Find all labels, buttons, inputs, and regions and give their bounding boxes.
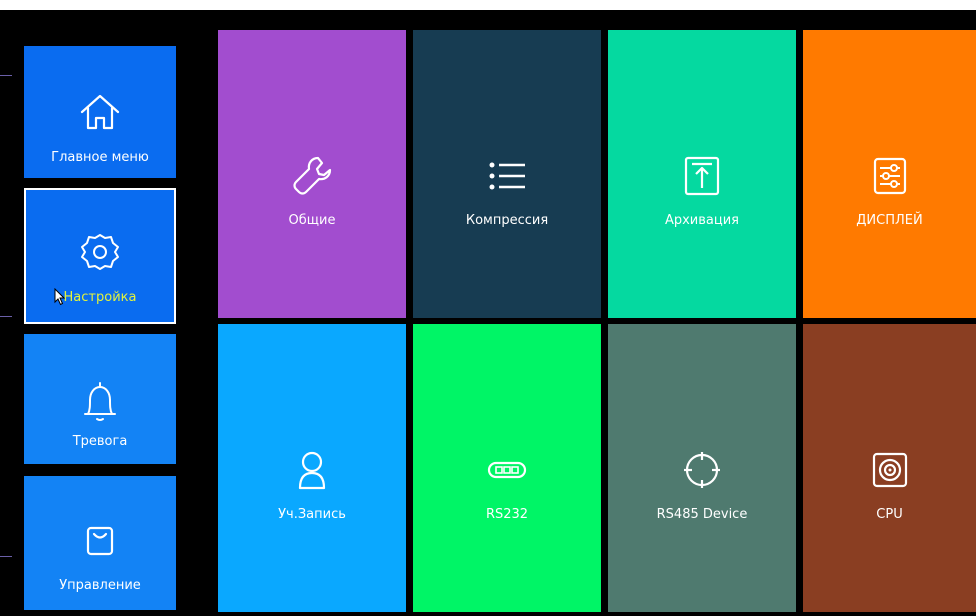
sliders-icon	[866, 152, 914, 200]
sidebar-item-label: Тревога	[72, 434, 128, 449]
bag-icon	[74, 516, 126, 568]
tile-accounts[interactable]: Уч.Запись	[218, 324, 406, 612]
tile-rs485-device[interactable]: RS485 Device	[608, 324, 796, 612]
rail-mark	[0, 75, 12, 76]
sidebar-item-label: Настройка	[63, 290, 137, 305]
user-icon	[288, 446, 336, 494]
gear-icon	[74, 226, 126, 278]
tile-label: Общие	[288, 213, 336, 228]
sidebar-item-main-menu[interactable]: Главное меню	[24, 46, 176, 178]
tile-label: ДИСПЛЕЙ	[856, 213, 923, 228]
tile-label: Уч.Запись	[278, 507, 346, 522]
bell-icon	[74, 374, 126, 426]
sidebar-item-alarm[interactable]: Тревога	[24, 334, 176, 464]
tile-label: Компрессия	[465, 213, 549, 228]
tile-archive[interactable]: Архивация	[608, 30, 796, 318]
speaker-icon	[866, 446, 914, 494]
home-icon	[74, 86, 126, 138]
tile-label: RS232	[485, 507, 529, 522]
mouse-cursor-icon	[54, 288, 66, 306]
tile-label: RS485 Device	[656, 507, 748, 522]
sidebar-item-management[interactable]: Управление	[24, 476, 176, 610]
wrench-icon	[288, 152, 336, 200]
tile-compression[interactable]: Компрессия	[413, 30, 601, 318]
crosshair-icon	[678, 446, 726, 494]
tile-label: CPU	[876, 507, 903, 522]
serial-port-icon	[483, 446, 531, 494]
upload-icon	[678, 152, 726, 200]
tile-rs232[interactable]: RS232	[413, 324, 601, 612]
sidebar-item-settings[interactable]: Настройка	[24, 188, 176, 324]
rail-mark	[0, 316, 12, 317]
tile-label: Архивация	[664, 213, 740, 228]
list-icon	[483, 152, 531, 200]
sidebar-item-label: Главное меню	[51, 150, 149, 165]
dvr-menu-screen: Главное меню Настройка Тревога Управлени…	[0, 10, 976, 616]
sidebar-item-label: Управление	[59, 578, 141, 593]
tile-display[interactable]: ДИСПЛЕЙ	[803, 30, 976, 318]
tile-cpu[interactable]: CPU	[803, 324, 976, 612]
rail-mark	[0, 556, 12, 557]
tile-general[interactable]: Общие	[218, 30, 406, 318]
